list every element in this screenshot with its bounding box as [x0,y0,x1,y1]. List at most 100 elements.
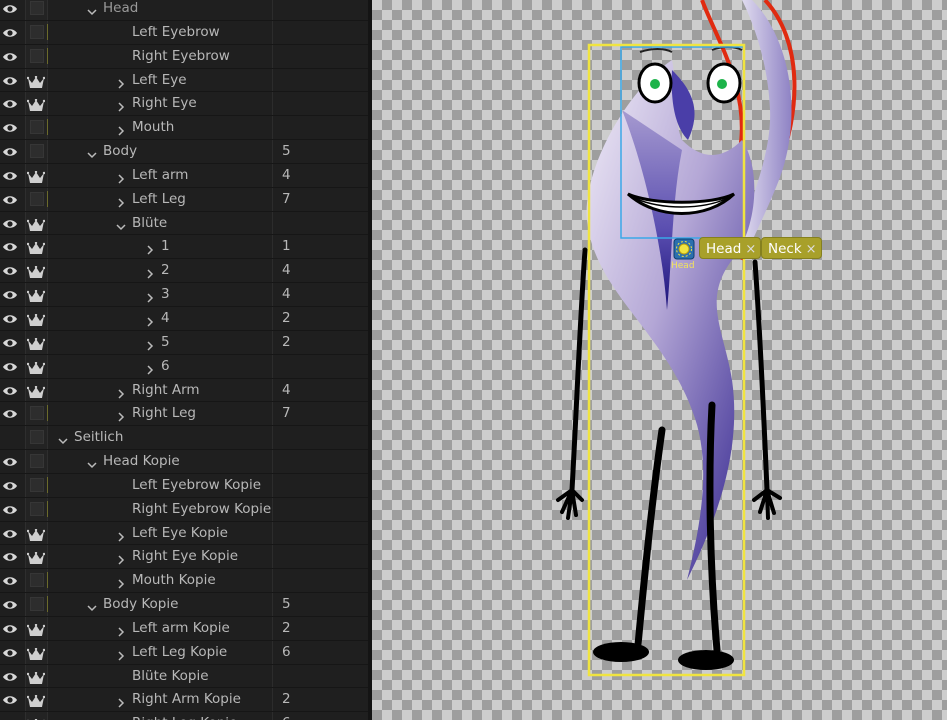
visibility-eye-icon[interactable] [2,239,18,253]
lock-box[interactable] [30,454,44,469]
visibility-eye-icon[interactable] [2,526,18,540]
layer-row[interactable]: Blüte [0,211,372,236]
layer-row[interactable]: 42 [0,306,372,331]
chevron-right-icon[interactable] [116,646,126,661]
lock-box[interactable] [30,48,44,63]
bone-crown-icon[interactable] [26,74,46,88]
bone-crown-icon[interactable] [26,288,46,303]
lock-box[interactable] [30,1,44,15]
visibility-eye-icon[interactable] [2,287,18,301]
layer-row[interactable]: Mouth Kopie [0,569,372,594]
chevron-right-icon[interactable] [116,384,126,399]
bone-crown-icon[interactable] [26,360,46,374]
visibility-eye-icon[interactable] [2,263,18,277]
bone-crown-icon[interactable] [26,693,46,708]
layer-row[interactable]: Left Eyebrow Kopie [0,473,372,498]
chevron-down-icon[interactable] [87,145,97,159]
layer-row[interactable]: Blüte Kopie [0,664,372,689]
layer-row[interactable]: Left Eye Kopie [0,521,372,546]
chevron-down-icon[interactable] [87,2,97,16]
chevron-right-icon[interactable] [116,193,126,208]
visibility-eye-icon[interactable] [2,1,18,15]
visibility-eye-icon[interactable] [2,549,18,563]
visibility-eye-icon[interactable] [2,573,18,587]
visibility-eye-icon[interactable] [2,454,18,468]
head-tag[interactable]: Head × [699,237,762,259]
layer-row[interactable]: Right Leg Kopie 6 [0,712,372,720]
lock-box[interactable] [30,477,44,492]
lock-box[interactable] [30,144,44,159]
visibility-eye-icon[interactable] [2,406,18,420]
layer-row[interactable]: Right Eyebrow Kopie [0,497,372,522]
visibility-eye-icon[interactable] [2,25,18,39]
bone-crown-icon[interactable] [26,97,46,112]
bone-crown-icon[interactable] [26,550,46,565]
chevron-right-icon[interactable] [116,622,126,637]
bone-crown-icon[interactable] [26,312,46,326]
layer-row[interactable]: Right Arm 4 [0,378,372,403]
bone-crown-icon[interactable] [26,670,46,684]
bone-crown-icon[interactable] [26,217,46,231]
chevron-right-icon[interactable] [116,121,126,136]
chevron-right-icon[interactable] [145,336,155,351]
chevron-right-icon[interactable] [116,407,126,422]
visibility-eye-icon[interactable] [2,478,18,492]
layer-row[interactable]: Body Kopie 5 [0,593,372,617]
layer-row[interactable]: Left arm 4 [0,163,372,188]
chevron-right-icon[interactable] [116,574,126,589]
chevron-down-icon[interactable] [87,598,97,612]
layer-row[interactable]: Left arm Kopie 2 [0,616,372,641]
visibility-eye-icon[interactable] [2,73,18,87]
layer-row[interactable]: Left Leg 7 [0,187,372,212]
layer-row[interactable]: Left Leg Kopie 6 [0,640,372,665]
lock-box[interactable] [30,191,44,206]
head-tag-close-icon[interactable]: × [745,242,756,257]
visibility-eye-icon[interactable] [2,120,18,134]
layer-row[interactable]: Right Eye Kopie [0,545,372,570]
lock-box[interactable] [30,573,44,588]
visibility-eye-icon[interactable] [2,645,18,659]
chevron-right-icon[interactable] [116,169,126,184]
layer-row[interactable]: Right Leg 7 [0,402,372,427]
bone-crown-icon[interactable] [26,622,46,636]
layer-row[interactable]: Body 5 [0,140,372,164]
visibility-eye-icon[interactable] [2,716,18,720]
layer-row[interactable]: 24 [0,259,372,284]
chevron-right-icon[interactable] [116,550,126,565]
visibility-eye-icon[interactable] [2,96,18,110]
chevron-down-icon[interactable] [58,431,68,445]
chevron-right-icon[interactable] [145,264,155,279]
visibility-eye-icon[interactable] [2,168,18,182]
chevron-down-icon[interactable] [116,217,126,230]
lock-box[interactable] [30,430,44,445]
visibility-eye-icon[interactable] [2,621,18,635]
neck-tag-close-icon[interactable]: × [806,242,817,257]
layer-row[interactable]: Mouth [0,116,372,141]
visibility-eye-icon[interactable] [2,49,18,63]
bone-crown-icon[interactable] [26,384,46,398]
layer-row[interactable]: Left Eyebrow [0,20,372,45]
layer-row[interactable]: 11 [0,235,372,260]
visibility-eye-icon[interactable] [2,359,18,373]
visibility-eye-icon[interactable] [2,383,18,397]
visibility-eye-icon[interactable] [2,192,18,206]
chevron-right-icon[interactable] [145,240,155,255]
visibility-eye-icon[interactable] [2,597,18,611]
bone-crown-icon[interactable] [26,240,46,255]
layer-row[interactable]: Right Arm Kopie 2 [0,688,372,713]
chevron-right-icon[interactable] [116,74,126,89]
chevron-right-icon[interactable] [145,288,155,303]
stage-canvas[interactable]: Head Head × Neck × [372,0,947,720]
visibility-eye-icon[interactable] [2,692,18,706]
visibility-eye-icon[interactable] [2,311,18,325]
layer-row[interactable]: 34 [0,283,372,307]
visibility-eye-icon[interactable] [2,502,18,516]
layer-row[interactable]: 52 [0,330,372,355]
layer-row[interactable]: Head [0,0,372,21]
lock-box[interactable] [30,501,44,516]
neck-tag[interactable]: Neck × [761,237,822,259]
layer-row[interactable]: Seitlich [0,426,372,451]
bone-crown-icon[interactable] [26,527,46,541]
bone-crown-icon[interactable] [26,264,46,279]
visibility-eye-icon[interactable] [2,216,18,230]
